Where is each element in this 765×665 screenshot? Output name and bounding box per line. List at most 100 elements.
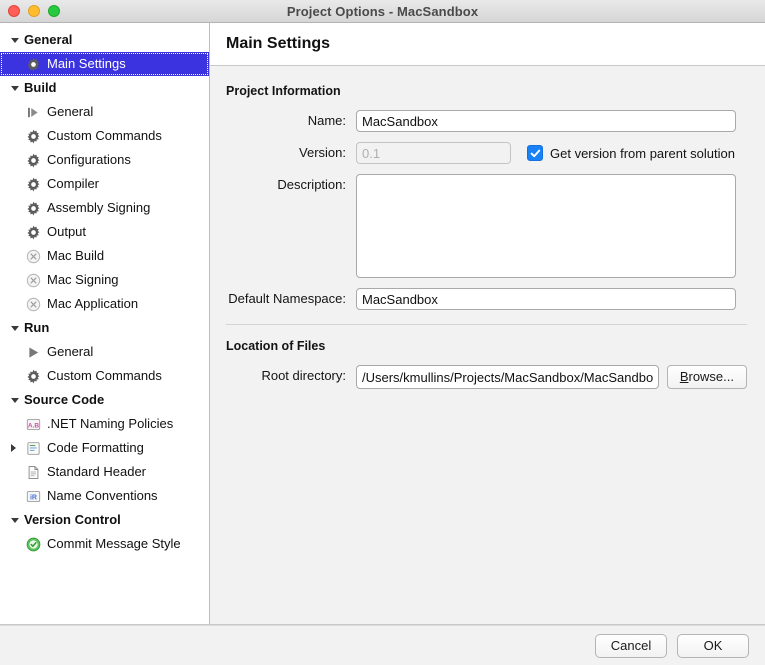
sidebar-item-standard-header[interactable]: Standard Header	[0, 460, 209, 484]
play-triangle-icon	[24, 344, 42, 360]
sidebar-item-mac-build[interactable]: Mac Build	[0, 244, 209, 268]
project-options-window: Project Options - MacSandbox GeneralMain…	[0, 0, 765, 665]
gear-icon	[24, 368, 42, 384]
green-check-circle-icon	[24, 536, 42, 552]
ok-button[interactable]: OK	[677, 634, 749, 658]
disclosure-down-icon[interactable]	[11, 326, 24, 331]
sidebar-item-source-code[interactable]: Source Code	[0, 388, 209, 412]
get-version-checkbox-label: Get version from parent solution	[550, 146, 735, 161]
window-titlebar: Project Options - MacSandbox	[0, 0, 765, 23]
sidebar-item-label: Build	[24, 80, 57, 96]
sidebar-item-commit-message-style[interactable]: Commit Message Style	[0, 532, 209, 556]
sidebar-item-assembly-signing[interactable]: Assembly Signing	[0, 196, 209, 220]
sidebar-item-label: Main Settings	[47, 56, 126, 72]
sidebar-item-build[interactable]: Build	[0, 76, 209, 100]
gear-icon	[24, 224, 42, 240]
sidebar-item-label: Standard Header	[47, 464, 146, 480]
sidebar-item-label: General	[47, 344, 93, 360]
sidebar-item-label: Output	[47, 224, 86, 240]
description-textarea[interactable]	[356, 174, 736, 278]
description-row: Description:	[226, 174, 747, 278]
document-icon	[24, 464, 42, 480]
sidebar-item-label: Assembly Signing	[47, 200, 150, 216]
name-row: Name:	[226, 110, 747, 132]
sidebar-item-net-naming-policies[interactable]: A.B.NET Naming Policies	[0, 412, 209, 436]
disclosure-right-icon[interactable]	[11, 444, 24, 452]
sidebar-item-mac-signing[interactable]: Mac Signing	[0, 268, 209, 292]
gear-icon	[24, 176, 42, 192]
sidebar-item-label: Name Conventions	[47, 488, 158, 504]
sidebar-item-configurations[interactable]: Configurations	[0, 148, 209, 172]
project-information-title: Project Information	[226, 84, 747, 98]
sidebar-item-output[interactable]: Output	[0, 220, 209, 244]
sidebar-item-compiler[interactable]: Compiler	[0, 172, 209, 196]
disclosure-down-icon[interactable]	[11, 38, 24, 43]
ir-badge-icon: iR	[24, 488, 42, 504]
options-tree-sidebar[interactable]: General Main Settings Build General Custom C…	[0, 23, 210, 624]
minimize-button[interactable]	[28, 5, 40, 17]
sidebar-item-name-conventions[interactable]: iR Name Conventions	[0, 484, 209, 508]
disclosure-down-icon[interactable]	[11, 518, 24, 523]
sidebar-item-label: Code Formatting	[47, 440, 144, 456]
sidebar-item-custom-commands[interactable]: Custom Commands	[0, 124, 209, 148]
svg-text:iR: iR	[29, 494, 36, 501]
content-header: Main Settings	[210, 23, 765, 66]
sidebar-item-label: Version Control	[24, 512, 121, 528]
sidebar-item-label: Custom Commands	[47, 368, 162, 384]
sidebar-item-general[interactable]: General	[0, 28, 209, 52]
gear-icon	[24, 56, 42, 72]
name-label: Name:	[226, 110, 356, 132]
sidebar-item-label: Run	[24, 320, 49, 336]
gear-icon	[24, 200, 42, 216]
root-directory-input[interactable]	[356, 365, 659, 389]
sidebar-item-general[interactable]: General	[0, 340, 209, 364]
name-field-wrap	[356, 110, 747, 132]
root-directory-field-wrap: Browse...	[356, 365, 747, 389]
window-controls	[8, 0, 60, 22]
sidebar-item-general[interactable]: General	[0, 100, 209, 124]
sidebar-item-label: Commit Message Style	[47, 536, 181, 552]
gear-icon	[24, 128, 42, 144]
sidebar-item-label: Mac Build	[47, 248, 104, 264]
svg-text:A.B: A.B	[27, 422, 39, 429]
name-input[interactable]	[356, 110, 736, 132]
dialog-body: General Main Settings Build General Custom C…	[0, 23, 765, 625]
dialog-footer: Cancel OK	[0, 625, 765, 665]
version-input[interactable]	[356, 142, 511, 164]
sidebar-item-label: Compiler	[47, 176, 99, 192]
sidebar-item-label: Custom Commands	[47, 128, 162, 144]
description-label: Description:	[226, 174, 356, 196]
default-namespace-input[interactable]	[356, 288, 736, 310]
get-version-from-parent-checkbox[interactable]: Get version from parent solution	[527, 142, 735, 164]
section-divider	[226, 324, 747, 325]
circle-x-icon	[24, 248, 42, 264]
browse-rest: rowse...	[688, 369, 734, 384]
sidebar-item-code-formatting[interactable]: Code Formatting	[0, 436, 209, 460]
zoom-button[interactable]	[48, 5, 60, 17]
sidebar-item-mac-application[interactable]: Mac Application	[0, 292, 209, 316]
default-namespace-field-wrap	[356, 288, 747, 310]
version-label: Version:	[226, 142, 356, 164]
sidebar-item-label: Source Code	[24, 392, 104, 408]
default-namespace-label: Default Namespace:	[226, 288, 356, 310]
sidebar-item-main-settings[interactable]: Main Settings	[0, 52, 209, 76]
page-title: Main Settings	[226, 35, 330, 53]
content-pane: Main Settings Project Information Name: …	[210, 23, 765, 624]
checkbox-checked-icon	[527, 145, 543, 161]
sidebar-item-run[interactable]: Run	[0, 316, 209, 340]
location-of-files-title: Location of Files	[226, 339, 747, 353]
default-namespace-row: Default Namespace:	[226, 288, 747, 310]
ab-badge-icon: A.B	[24, 416, 42, 432]
sidebar-item-label: General	[47, 104, 93, 120]
sidebar-item-custom-commands[interactable]: Custom Commands	[0, 364, 209, 388]
sidebar-item-version-control[interactable]: Version Control	[0, 508, 209, 532]
browse-button[interactable]: Browse...	[667, 365, 747, 389]
cancel-button[interactable]: Cancel	[595, 634, 667, 658]
close-button[interactable]	[8, 5, 20, 17]
content-body: Project Information Name: Version:	[210, 66, 765, 624]
window-title: Project Options - MacSandbox	[287, 4, 478, 19]
disclosure-down-icon[interactable]	[11, 398, 24, 403]
sidebar-item-label: Mac Application	[47, 296, 138, 312]
disclosure-down-icon[interactable]	[11, 86, 24, 91]
description-field-wrap	[356, 174, 747, 278]
